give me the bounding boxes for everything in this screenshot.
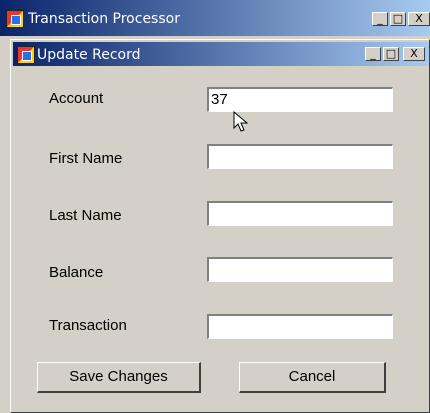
dialog-minimize-button[interactable]: _ — [365, 47, 381, 61]
first-name-input[interactable] — [207, 144, 393, 169]
dialog-title: Update Record — [37, 47, 141, 63]
dialog-titlebar[interactable]: Update Record _ □ X — [13, 42, 429, 66]
dialog-close-button[interactable]: X — [403, 47, 425, 61]
dialog-maximize-button[interactable]: □ — [383, 47, 399, 61]
update-record-dialog: Update Record _ □ X Account First Name L… — [10, 39, 430, 413]
last-name-label: Last Name — [49, 207, 122, 224]
first-name-label: First Name — [49, 150, 123, 167]
outer-titlebar[interactable]: Transaction Processor _ □ X — [0, 0, 430, 36]
app-icon[interactable] — [6, 10, 24, 28]
outer-window-title: Transaction Processor — [28, 11, 180, 27]
transaction-processor-window: Transaction Processor _ □ X Update Recor… — [0, 0, 430, 413]
outer-minimize-button[interactable]: _ — [372, 12, 388, 26]
transaction-label: Transaction — [49, 317, 127, 334]
save-changes-button[interactable]: Save Changes — [37, 362, 201, 393]
dialog-icon[interactable] — [17, 46, 35, 64]
account-input[interactable]: 37 — [207, 87, 393, 112]
account-label: Account — [49, 90, 104, 107]
outer-close-button[interactable]: X — [408, 12, 430, 26]
mouse-cursor-icon — [233, 111, 249, 132]
balance-input[interactable] — [207, 257, 393, 282]
cancel-button[interactable]: Cancel — [239, 362, 386, 393]
balance-label: Balance — [49, 264, 104, 281]
last-name-input[interactable] — [207, 201, 393, 226]
transaction-input[interactable] — [207, 314, 393, 339]
outer-maximize-button[interactable]: □ — [390, 12, 406, 26]
